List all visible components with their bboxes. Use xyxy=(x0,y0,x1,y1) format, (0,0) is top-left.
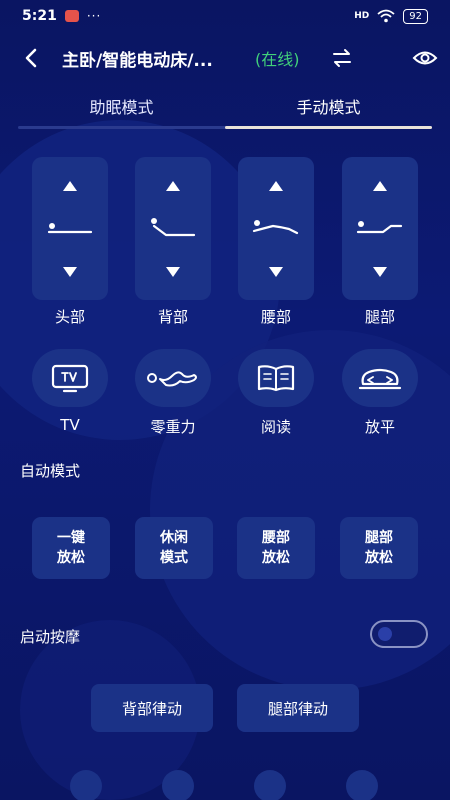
head-label: 头部 xyxy=(54,308,85,326)
back-control xyxy=(135,157,211,300)
one-key-relax-button[interactable]: 一键放松 xyxy=(32,517,110,579)
leg-down-button[interactable] xyxy=(342,257,418,287)
head-up-button[interactable] xyxy=(32,171,108,201)
bottom-round-button[interactable] xyxy=(254,770,286,800)
flat-mode-button[interactable] xyxy=(342,349,418,407)
top-nav: 主卧/智能电动床/... (在线) xyxy=(0,38,450,78)
one-key-relax-label: 一键放松 xyxy=(57,530,85,566)
zero-gravity-button[interactable] xyxy=(135,349,211,407)
arrow-down-icon xyxy=(373,267,387,277)
eye-icon[interactable] xyxy=(412,46,438,70)
back-label: 背部 xyxy=(157,308,188,326)
switch-device-icon[interactable] xyxy=(330,46,354,70)
online-status: (在线) xyxy=(255,50,300,69)
book-icon xyxy=(257,365,295,392)
leg-up-button[interactable] xyxy=(342,171,418,201)
head-down-button[interactable] xyxy=(32,257,108,287)
tab-active-indicator xyxy=(225,126,432,129)
waist-control xyxy=(238,157,314,300)
leg-label: 腿部 xyxy=(364,308,395,326)
tv-label: TV xyxy=(60,416,80,434)
arrow-up-icon xyxy=(166,181,180,191)
signal-icon: HD xyxy=(354,11,370,21)
back-rhythm-button[interactable]: 背部律动 xyxy=(91,684,213,732)
mode-tabs: 助眠模式 手动模式 xyxy=(18,86,432,130)
back-icon[interactable] xyxy=(20,46,44,70)
arrow-down-icon xyxy=(166,267,180,277)
arrow-up-icon xyxy=(63,181,77,191)
leg-relax-label: 腿部放松 xyxy=(365,530,393,566)
status-more: ··· xyxy=(86,9,102,23)
tab-sleep-aid[interactable]: 助眠模式 xyxy=(18,94,225,118)
status-time: 5:21 xyxy=(22,8,57,24)
leg-pose-icon xyxy=(356,221,403,234)
waist-down-button[interactable] xyxy=(238,257,314,287)
massage-toggle[interactable] xyxy=(370,620,428,648)
status-indicators: HD 92 xyxy=(354,8,428,24)
massage-title: 启动按摩 xyxy=(20,628,81,646)
back-pose-icon xyxy=(151,218,196,237)
arrow-down-icon xyxy=(63,267,77,277)
leg-control xyxy=(342,157,418,300)
back-down-button[interactable] xyxy=(135,257,211,287)
arrow-up-icon xyxy=(269,181,283,191)
wifi-icon xyxy=(377,9,395,23)
arrow-up-icon xyxy=(373,181,387,191)
reading-label: 阅读 xyxy=(260,418,291,436)
arrow-down-icon xyxy=(269,267,283,277)
tab-manual[interactable]: 手动模式 xyxy=(225,94,432,118)
waist-relax-label: 腰部放松 xyxy=(262,530,290,566)
leisure-mode-label: 休闲模式 xyxy=(160,530,188,566)
reading-mode-button[interactable] xyxy=(238,349,314,407)
head-pose-icon xyxy=(47,223,93,234)
flat-icon xyxy=(358,368,402,390)
bottom-round-button[interactable] xyxy=(346,770,378,800)
waist-up-button[interactable] xyxy=(238,171,314,201)
leisure-mode-button[interactable]: 休闲模式 xyxy=(135,517,213,579)
leg-relax-button[interactable]: 腿部放松 xyxy=(340,517,418,579)
toggle-knob xyxy=(378,627,392,641)
auto-mode-title: 自动模式 xyxy=(20,462,81,480)
battery-indicator: 92 xyxy=(403,8,428,24)
head-control xyxy=(32,157,108,300)
back-up-button[interactable] xyxy=(135,171,211,201)
waist-pose-icon xyxy=(252,220,299,235)
waist-relax-button[interactable]: 腰部放松 xyxy=(237,517,315,579)
bottom-round-button[interactable] xyxy=(70,770,102,800)
status-bar: 5:21 ··· HD 92 xyxy=(0,0,450,32)
back-rhythm-label: 背部律动 xyxy=(121,699,182,718)
tv-mode-button[interactable] xyxy=(32,349,108,407)
leg-rhythm-label: 腿部律动 xyxy=(267,699,328,718)
bottom-round-button[interactable] xyxy=(162,770,194,800)
leg-rhythm-button[interactable]: 腿部律动 xyxy=(237,684,359,732)
zero-gravity-label: 零重力 xyxy=(150,418,196,436)
flat-label: 放平 xyxy=(364,418,395,436)
notification-app-icon xyxy=(64,10,79,22)
waist-label: 腰部 xyxy=(260,308,291,326)
zero-gravity-icon xyxy=(147,371,197,387)
device-title: 主卧/智能电动床/... xyxy=(62,51,213,71)
tv-icon xyxy=(51,364,89,393)
